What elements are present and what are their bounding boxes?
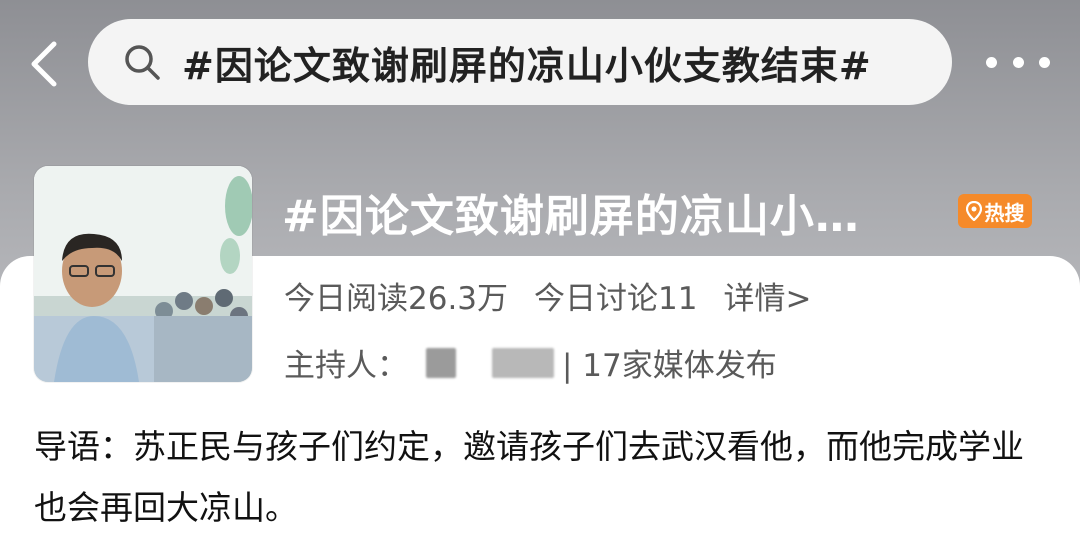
dot-icon bbox=[986, 56, 997, 68]
host-label: 主持人： bbox=[284, 348, 408, 384]
topic-title[interactable]: #因论文致谢刷屏的凉山小… bbox=[282, 180, 860, 244]
topic-stats: 今日阅读26.3万 今日讨论11 详情> bbox=[284, 273, 811, 318]
details-link[interactable]: 详情> bbox=[723, 281, 811, 317]
host-name-redacted bbox=[492, 347, 554, 378]
location-pin-icon bbox=[965, 201, 982, 221]
dot-icon bbox=[1012, 56, 1024, 68]
topic-thumbnail[interactable] bbox=[34, 166, 252, 382]
host-name-redacted bbox=[426, 347, 456, 378]
intro-text: 导语：苏正民与孩子们约定，邀请孩子们去武汉看他，而他完成学业也会再回大凉山。 bbox=[34, 427, 1024, 527]
back-button[interactable] bbox=[24, 40, 64, 88]
badge-label: 热搜 bbox=[984, 200, 1025, 225]
more-options-button[interactable] bbox=[986, 52, 1050, 72]
media-count[interactable]: | 17家媒体发布 bbox=[562, 340, 777, 385]
host-line: 主持人： | 17家媒体发布 bbox=[284, 340, 777, 385]
search-bar[interactable]: #因论文致谢刷屏的凉山小伙支教结束# bbox=[88, 19, 952, 105]
chevron-left-icon bbox=[31, 41, 57, 87]
search-query[interactable]: #因论文致谢刷屏的凉山小伙支教结束# bbox=[182, 35, 872, 90]
hot-search-badge: 热搜 bbox=[958, 194, 1032, 228]
discussions-count: 今日讨论11 bbox=[534, 281, 698, 317]
dot-icon bbox=[1039, 56, 1050, 68]
search-icon bbox=[125, 45, 160, 80]
reads-count: 今日阅读26.3万 bbox=[284, 281, 509, 317]
